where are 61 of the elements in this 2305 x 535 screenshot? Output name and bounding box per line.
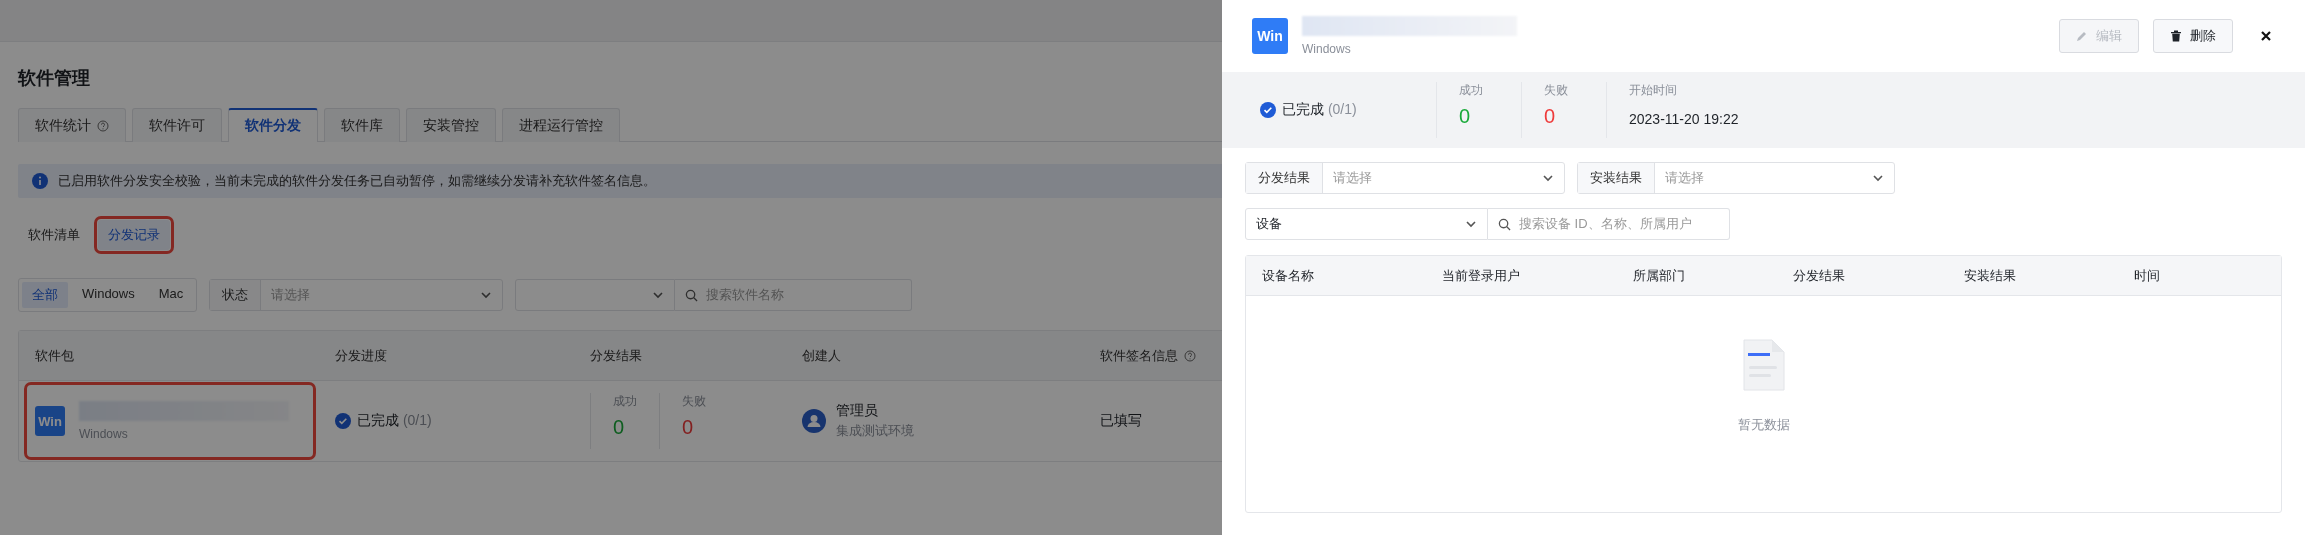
device-search-field[interactable]: 搜索设备 ID、名称、所属用户: [1488, 208, 1730, 240]
search-icon: [685, 288, 699, 302]
empty-text: 暂无数据: [1737, 416, 1790, 434]
stat-value: 2023-11-20 19:22: [1629, 111, 1739, 127]
chevron-down-icon: [1872, 172, 1884, 184]
search-icon: [1498, 217, 1511, 231]
platform-option[interactable]: Windows: [72, 282, 145, 308]
stat-label: 失败: [1544, 82, 1568, 99]
tab[interactable]: 进程运行管控: [502, 108, 620, 142]
result-select[interactable]: 安装结果 请选择: [1577, 162, 1895, 194]
stat-label: 开始时间: [1629, 82, 1678, 99]
tab[interactable]: 安装管控: [406, 108, 496, 142]
stat-label: 失败: [682, 393, 706, 410]
creator-name: 管理员: [836, 402, 879, 420]
stat-value: 0: [682, 416, 695, 439]
tab[interactable]: 软件库: [324, 108, 400, 142]
chevron-down-icon: [1465, 218, 1477, 230]
platform-text: Windows: [1302, 42, 1352, 56]
stat-label: 成功: [1459, 82, 1483, 99]
stat-label: 成功: [613, 393, 637, 410]
delete-button[interactable]: 删除: [2153, 19, 2233, 53]
info-icon: [32, 173, 48, 189]
sub-tab[interactable]: 软件清单: [18, 220, 90, 250]
trash-icon: [2170, 30, 2182, 42]
check-circle-icon: [335, 413, 351, 429]
check-circle-icon: [1260, 102, 1276, 118]
stat-value: 0: [1459, 105, 1472, 128]
column-header: 当前登录用户: [1442, 266, 1521, 285]
windows-badge: Win: [1252, 18, 1288, 54]
platform-option[interactable]: Mac: [148, 282, 194, 308]
chevron-down-icon: [1542, 172, 1554, 184]
column-header: 时间: [2134, 266, 2161, 285]
column-header: 分发结果: [590, 346, 643, 365]
column-header: 创建人: [802, 346, 842, 365]
result-select[interactable]: 分发结果 请选择: [1245, 162, 1565, 194]
column-header: 软件包: [35, 346, 75, 365]
user-avatar-icon: [802, 409, 826, 433]
pencil-icon: [2076, 30, 2088, 42]
signature-status: 已填写: [1100, 412, 1143, 430]
creator-group: 集成测试环境: [836, 422, 914, 440]
platform-option[interactable]: 全部: [22, 282, 68, 308]
windows-badge: Win: [35, 406, 65, 436]
progress-status: 已完成 (0/1): [1282, 101, 1357, 119]
progress-status: 已完成 (0/1): [357, 412, 432, 430]
column-header: 所属部门: [1633, 266, 1686, 285]
stat-value: 0: [1544, 105, 1557, 128]
stat-value: 0: [613, 416, 626, 439]
column-header: 设备名称: [1262, 266, 1315, 285]
column-header: 安装结果: [1964, 266, 2017, 285]
chevron-down-icon: [480, 289, 493, 301]
empty-document-icon: [1741, 338, 1786, 392]
device-select[interactable]: 设备: [1245, 208, 1488, 240]
close-icon: [2261, 31, 2271, 41]
column-header: 分发结果: [1793, 266, 1846, 285]
tab[interactable]: 软件统计: [18, 108, 126, 142]
platform-text: Windows: [79, 427, 129, 441]
column-header: 分发进度: [335, 346, 388, 365]
chevron-down-icon: [652, 289, 665, 301]
tab[interactable]: 软件许可: [132, 108, 222, 142]
notice-text: 已启用软件分发安全校验，当前未完成的软件分发任务已自动暂停，如需继续分发请补充软件签名信息。: [58, 172, 656, 190]
tab[interactable]: 软件分发: [228, 108, 318, 142]
